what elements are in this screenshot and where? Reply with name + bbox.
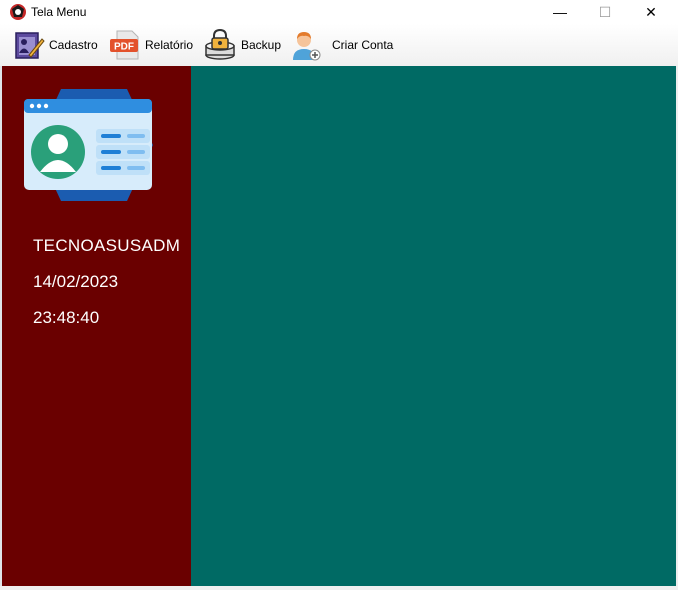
backup-button[interactable]: Backup xyxy=(203,28,281,62)
cadastro-button[interactable]: Cadastro xyxy=(13,28,98,62)
title-bar[interactable]: Tela Menu — ☐ ✕ xyxy=(0,0,678,24)
relatorio-label: Relatório xyxy=(145,38,194,52)
add-user-icon xyxy=(293,32,321,61)
pdf-icon: PDF xyxy=(110,30,139,60)
criar-conta-label: Criar Conta xyxy=(332,38,394,52)
current-time: 23:48:40 xyxy=(33,308,100,327)
current-date: 14/02/2023 xyxy=(33,272,119,291)
pdf-icon-text: PDF xyxy=(114,42,134,53)
criar-conta-button[interactable]: Criar Conta xyxy=(290,28,393,62)
backup-label: Backup xyxy=(241,38,282,52)
window-title: Tela Menu xyxy=(31,5,87,19)
user-name: TECNOASUSADM xyxy=(33,236,181,255)
app-icon xyxy=(10,4,26,20)
relatorio-button[interactable]: PDF Relatório xyxy=(109,28,193,62)
window-bottom-border xyxy=(0,586,678,590)
maximize-button[interactable]: ☐ xyxy=(582,0,628,24)
profile-card-icon xyxy=(24,89,153,201)
close-button[interactable]: ✕ xyxy=(628,0,674,24)
toolbar: Cadastro PDF Relatório Backup Criar Cont… xyxy=(0,24,678,67)
backup-icon xyxy=(205,28,235,60)
cadastro-icon xyxy=(15,32,45,59)
main-window: Tela Menu — ☐ ✕ Cadastro PDF Relatório B… xyxy=(0,0,678,590)
cadastro-label: Cadastro xyxy=(49,38,98,52)
minimize-button[interactable]: — xyxy=(537,0,583,24)
